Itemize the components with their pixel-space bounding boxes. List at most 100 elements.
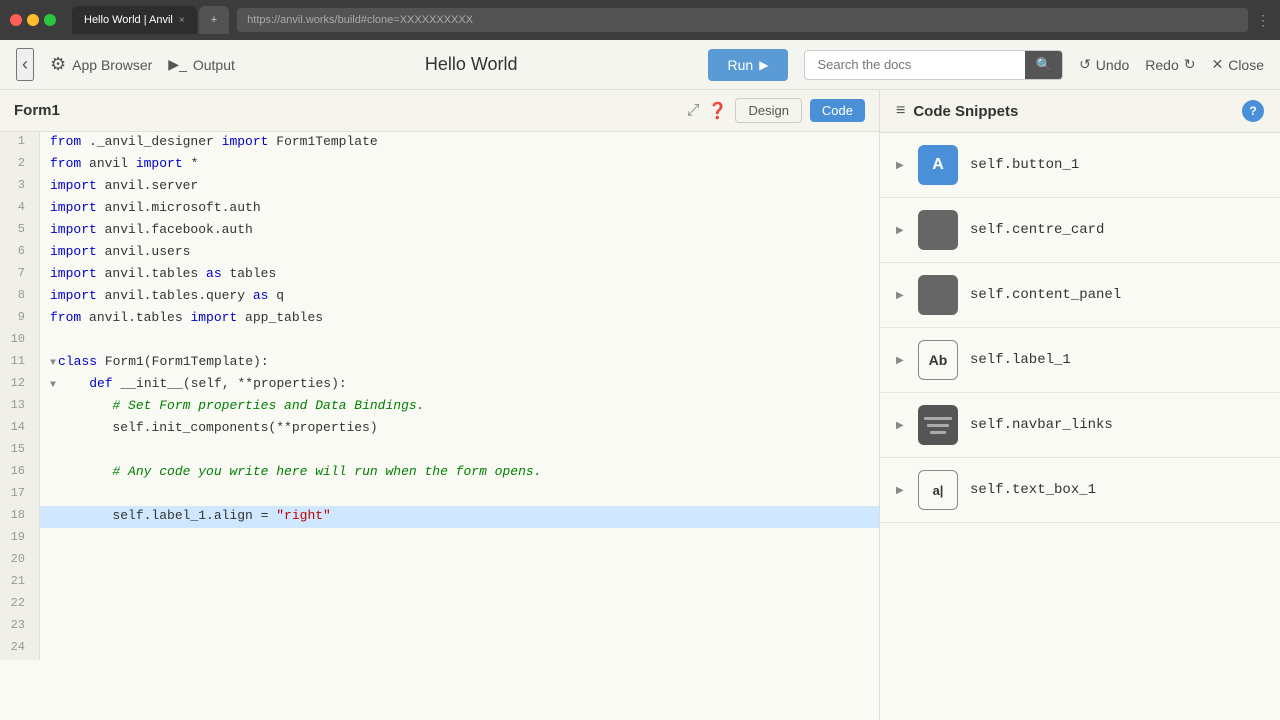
search-button[interactable]: 🔍 [1025, 51, 1062, 79]
text-token: ._anvil_designer [81, 134, 221, 149]
tab-label: Hello World | Anvil [84, 14, 173, 26]
line-number: 17 [0, 484, 40, 506]
snippet-item[interactable]: ▶self.centre_card [880, 198, 1280, 263]
code-line-18[interactable]: 18 self.label_1.align = "right" [0, 506, 879, 528]
line-number: 15 [0, 440, 40, 462]
line-number: 19 [0, 528, 40, 550]
code-line-24[interactable]: 24 [0, 638, 879, 660]
tab-close[interactable]: × [179, 15, 185, 26]
line-content: from anvil import * [40, 154, 879, 176]
snippet-item[interactable]: ▶a|self.text_box_1 [880, 458, 1280, 523]
line-number: 9 [0, 308, 40, 330]
text-token [50, 398, 112, 413]
line-content: import anvil.tables as tables [40, 264, 879, 286]
text-token: Form1(Form1Template): [97, 354, 269, 369]
main-area: Form1 ⤢ ❓ Design Code 1from ._anvil_desi… [0, 90, 1280, 720]
snippet-arrow-icon: ▶ [896, 485, 906, 496]
snippet-item[interactable]: ▶ self.navbar_links [880, 393, 1280, 458]
code-line-14[interactable]: 14 self.init_components(**properties) [0, 418, 879, 440]
text-token [58, 376, 89, 391]
code-line-2[interactable]: 2from anvil import * [0, 154, 879, 176]
code-line-5[interactable]: 5import anvil.facebook.auth [0, 220, 879, 242]
line-number: 12 [0, 374, 40, 396]
line-number: 20 [0, 550, 40, 572]
browser-dots [10, 14, 56, 26]
snippet-name: self.label_1 [970, 352, 1071, 368]
comment-token: # Any code you write here will run when … [112, 464, 541, 479]
keyword-token: class [58, 354, 97, 369]
keyword-token: import [50, 178, 97, 193]
code-line-7[interactable]: 7import anvil.tables as tables [0, 264, 879, 286]
browser-tab-new[interactable]: + [199, 6, 229, 34]
keyword-token: import [190, 310, 237, 325]
text-token: Form1Template [268, 134, 377, 149]
code-line-12[interactable]: 12▼ def __init__(self, **properties): [0, 374, 879, 396]
close-icon: ✕ [1211, 56, 1223, 73]
design-button[interactable]: Design [735, 98, 801, 123]
code-line-19[interactable]: 19 [0, 528, 879, 550]
undo-button[interactable]: ↺ Undo [1079, 56, 1129, 73]
search-bar[interactable]: 🔍 [804, 50, 1063, 80]
text-token [50, 464, 112, 479]
snippet-item[interactable]: ▶Abself.label_1 [880, 328, 1280, 393]
snippet-item[interactable]: ▶ self.content_panel [880, 263, 1280, 328]
browser-tab-active[interactable]: Hello World | Anvil × [72, 6, 197, 34]
code-line-16[interactable]: 16 # Any code you write here will run wh… [0, 462, 879, 484]
snippet-icon: A [918, 145, 958, 185]
code-line-15[interactable]: 15 [0, 440, 879, 462]
output-icon: ▶_ [168, 56, 187, 73]
line-content: ▼ def __init__(self, **properties): [40, 374, 879, 396]
back-button[interactable]: ‹ [16, 48, 34, 81]
app-toolbar: ‹ ⚙ App Browser ▶_ Output Hello World Ru… [0, 40, 1280, 90]
info-icon[interactable]: ❓ [708, 101, 728, 121]
text-token: q [268, 288, 284, 303]
text-token: self.init_components(**properties) [50, 420, 378, 435]
line-number: 5 [0, 220, 40, 242]
dot-red[interactable] [10, 14, 22, 26]
snippet-icon [918, 275, 958, 315]
play-icon: ▶ [759, 58, 768, 72]
code-line-21[interactable]: 21 [0, 572, 879, 594]
browser-urlbar[interactable]: https://anvil.works/build#clone=XXXXXXXX… [237, 8, 1248, 32]
keyword-token: import [50, 244, 97, 259]
redo-button[interactable]: Redo ↻ [1145, 56, 1195, 73]
code-line-10[interactable]: 10 [0, 330, 879, 352]
keyword-token: from [50, 134, 81, 149]
snippet-item[interactable]: ▶Aself.button_1 [880, 133, 1280, 198]
code-line-22[interactable]: 22 [0, 594, 879, 616]
dot-yellow[interactable] [27, 14, 39, 26]
snippet-name: self.content_panel [970, 287, 1121, 303]
code-line-23[interactable]: 23 [0, 616, 879, 638]
expand-icon[interactable]: ⤢ [687, 102, 700, 120]
line-content: import anvil.facebook.auth [40, 220, 879, 242]
snippet-arrow-icon: ▶ [896, 420, 906, 431]
code-line-3[interactable]: 3import anvil.server [0, 176, 879, 198]
code-line-20[interactable]: 20 [0, 550, 879, 572]
close-button[interactable]: ✕ Close [1211, 56, 1264, 73]
output-label: Output [193, 57, 235, 73]
code-line-6[interactable]: 6import anvil.users [0, 242, 879, 264]
code-line-11[interactable]: 11▼class Form1(Form1Template): [0, 352, 879, 374]
code-editor[interactable]: 1from ._anvil_designer import Form1Templ… [0, 132, 879, 720]
comment-token: # Set Form properties and Data Bindings. [112, 398, 424, 413]
snippet-arrow-icon: ▶ [896, 225, 906, 236]
text-token: anvil.tables [97, 266, 206, 281]
code-line-1[interactable]: 1from ._anvil_designer import Form1Templ… [0, 132, 879, 154]
search-input[interactable] [805, 51, 1025, 78]
code-line-8[interactable]: 8import anvil.tables.query as q [0, 286, 879, 308]
code-button[interactable]: Code [810, 99, 865, 122]
dot-green[interactable] [44, 14, 56, 26]
code-line-13[interactable]: 13 # Set Form properties and Data Bindin… [0, 396, 879, 418]
text-token: anvil [81, 156, 136, 171]
app-browser-button[interactable]: ⚙ App Browser [50, 54, 152, 75]
code-line-17[interactable]: 17 [0, 484, 879, 506]
text-token: anvil.facebook.auth [97, 222, 253, 237]
run-button[interactable]: Run ▶ [708, 49, 789, 81]
code-line-4[interactable]: 4import anvil.microsoft.auth [0, 198, 879, 220]
snippet-arrow-icon: ▶ [896, 290, 906, 301]
line-number: 2 [0, 154, 40, 176]
code-line-9[interactable]: 9from anvil.tables import app_tables [0, 308, 879, 330]
output-button[interactable]: ▶_ Output [168, 56, 235, 73]
snippet-name: self.navbar_links [970, 417, 1113, 433]
snippets-help-icon[interactable]: ? [1242, 100, 1264, 122]
